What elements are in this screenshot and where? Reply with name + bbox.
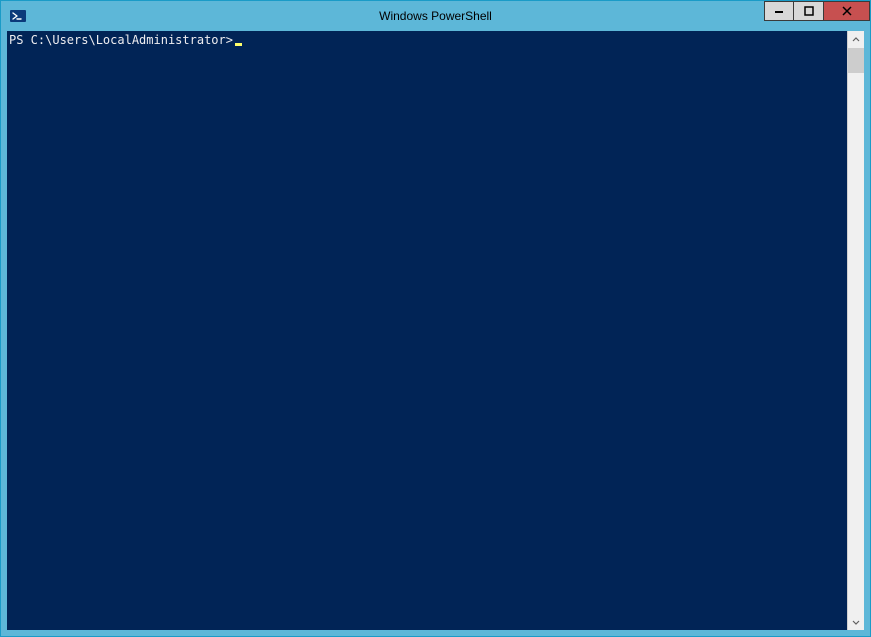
- cursor: [235, 43, 242, 46]
- scroll-track[interactable]: [848, 48, 864, 613]
- powershell-window: Windows PowerShell PS C:\Users\LocalAdmi…: [0, 0, 871, 637]
- close-button[interactable]: [824, 1, 870, 21]
- titlebar[interactable]: Windows PowerShell: [1, 1, 870, 31]
- scroll-down-button[interactable]: [848, 613, 864, 630]
- console-output[interactable]: PS C:\Users\LocalAdministrator>: [7, 31, 847, 630]
- window-title: Windows PowerShell: [1, 9, 870, 23]
- chevron-down-icon: [852, 618, 860, 626]
- chevron-up-icon: [852, 36, 860, 44]
- close-icon: [842, 6, 852, 16]
- content-area: PS C:\Users\LocalAdministrator>: [7, 31, 864, 630]
- powershell-icon: [9, 7, 27, 25]
- vertical-scrollbar[interactable]: [847, 31, 864, 630]
- maximize-icon: [804, 6, 814, 16]
- minimize-button[interactable]: [764, 1, 794, 21]
- prompt: PS C:\Users\LocalAdministrator>: [9, 33, 233, 47]
- scroll-up-button[interactable]: [848, 31, 864, 48]
- minimize-icon: [774, 6, 784, 16]
- scroll-thumb[interactable]: [848, 48, 864, 73]
- window-controls: [764, 1, 870, 21]
- maximize-button[interactable]: [794, 1, 824, 21]
